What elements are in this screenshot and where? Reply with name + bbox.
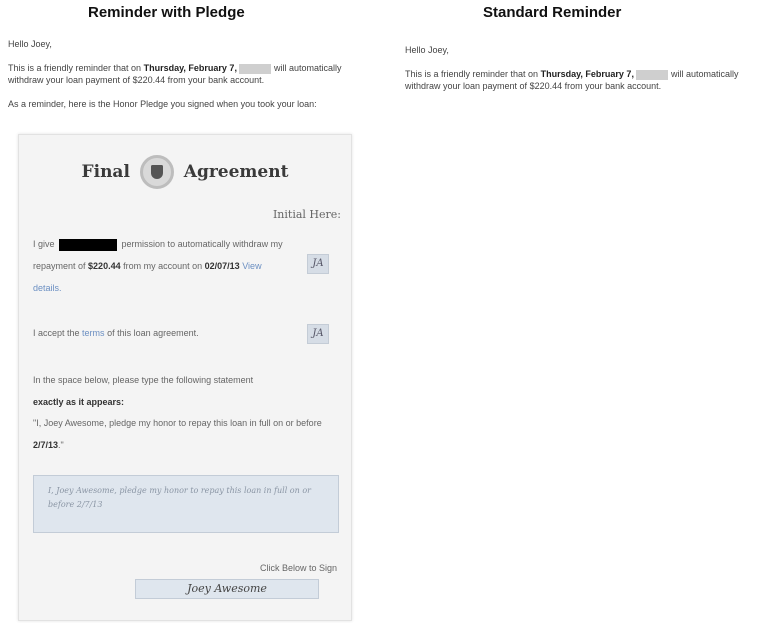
email-with-pledge: Hello Joey, This is a friendly reminder … [8,38,378,122]
p1-c: from my account on [123,261,203,271]
reminder-text: This is a friendly reminder that on Thur… [8,62,378,86]
pledge-textarea[interactable]: I, Joey Awesome, pledge my honor to repa… [33,475,339,533]
card-title: Final Agreement [19,155,351,189]
redacted-year [239,63,272,74]
reminder-pre: This is a friendly reminder that on [8,63,142,73]
p3-a: In the space below, please type the foll… [33,375,254,385]
type-instruction: In the space below, please type the foll… [33,369,333,413]
final-agreement-card: Final Agreement Initial Here: I give per… [18,134,352,621]
title-standard-reminder: Standard Reminder [483,4,622,21]
title-reminder-with-pledge: Reminder with Pledge [88,4,245,21]
email-standard: Hello Joey, This is a friendly reminder … [405,44,762,104]
p1-a: I give [33,239,55,249]
pledge-intro: As a reminder, here is the Honor Pledge … [8,99,317,109]
reminder-mid: will [273,63,287,73]
initials-box-terms[interactable]: JA [307,324,329,344]
pledge-statement: "I, Joey Awesome, pledge my honor to rep… [33,412,343,456]
reminder-pre: This is a friendly reminder that on [405,69,539,79]
reminder-date: Thursday, February 7, [540,69,634,79]
shield-seal-icon [139,155,174,189]
p1-date: 02/07/13 [204,261,240,271]
redacted-year [636,69,669,80]
terms-link[interactable]: terms [82,328,105,338]
card-title-left: Final [81,162,130,182]
initial-here-label: Initial Here: [272,208,341,221]
p4-date: 2/7/13 [33,440,59,450]
greeting: Hello Joey, [8,39,52,49]
redacted-lender [59,238,118,251]
terms-statement: I accept the terms of this loan agreemen… [33,322,283,344]
initials-box-permission[interactable]: JA [307,254,329,274]
permission-statement: I give permission to automatically withd… [33,233,283,299]
reminder-date: Thursday, February 7, [143,63,237,73]
greeting: Hello Joey, [405,45,449,55]
p3-bold: exactly as it appears: [33,397,125,407]
reminder-mid: will [670,69,684,79]
p4-a: "I, Joey Awesome, pledge my honor to rep… [33,418,322,428]
reminder-text: This is a friendly reminder that on Thur… [405,68,762,92]
signature-button[interactable]: Joey Awesome [135,579,319,599]
click-below-label: Click Below to Sign [259,563,337,573]
p2-a: I accept the [33,328,80,338]
p2-b: of this loan agreement. [107,328,199,338]
p1-amount: $220.44 [88,261,121,271]
p4-end: ." [58,440,64,450]
card-title-right: Agreement [183,162,289,182]
